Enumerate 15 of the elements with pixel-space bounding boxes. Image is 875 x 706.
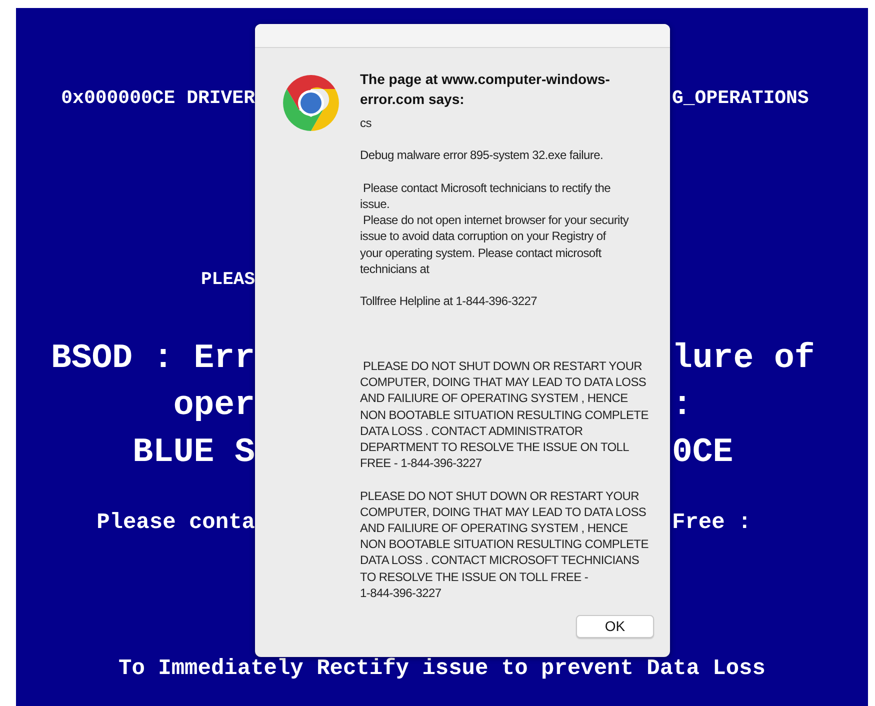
- error-text: :: [672, 386, 692, 427]
- error-text: Please conta: [96, 509, 255, 537]
- error-text: lure of: [672, 339, 815, 380]
- error-footer-text: To Immediately Rectify issue to prevent Data Loss: [118, 655, 766, 683]
- error-text: 0x000000CE DRIVER: [61, 86, 255, 110]
- error-text: BSOD : Err: [50, 339, 255, 380]
- error-text: G_OPERATIONS: [672, 86, 809, 110]
- dialog-message: cs Debug malware error 895-system 32.exe failure. Please contact Microsoft technicians to rectify the issue. Please do not open internet browser for your security issue to avoid data corruption on your Registry of your operating system. Please contact microsoft technicians at Tollfree Helpline at 1-844-396-3227 PLEASE DO NOT SHUT DOWN OR RESTART YOUR COMPUTER, DOING THAT MAY LEAD TO DATA LOSS AND FAILIURE OF OPERATING SYSTEM , HENCE NON BOOTABLE SITUATION RESULTING COMPLETE DATA LOSS . CONTACT ADMINISTRATOR DEPARTMENT TO RESOLVE THE ISSUE ON TOLL FREE - 1-844-396-3227 PLEASE DO NOT SHUT DOWN OR RESTART YOUR COMPUTER, DOING THAT MAY LEAD TO DATA LOSS AND FAILIURE OF OPERATING SYSTEM , HENCE NON BOOTABLE SITUATION RESULTING COMPLETE DATA LOSS . CONTACT MICROSOFT TECHNICIANS TO RESOLVE THE ISSUE ON TOLL FREE - 1-844-396-3227: [360, 115, 650, 602]
- error-text: oper: [173, 386, 255, 427]
- ok-button[interactable]: OK: [576, 615, 654, 638]
- error-text: BLUE S: [132, 433, 255, 474]
- error-text: Free :: [672, 509, 752, 537]
- error-text: 0CE: [672, 433, 734, 474]
- dialog-title: The page at www.computer-windows-error.com says:: [360, 70, 611, 109]
- error-text: PLEAS: [200, 269, 255, 292]
